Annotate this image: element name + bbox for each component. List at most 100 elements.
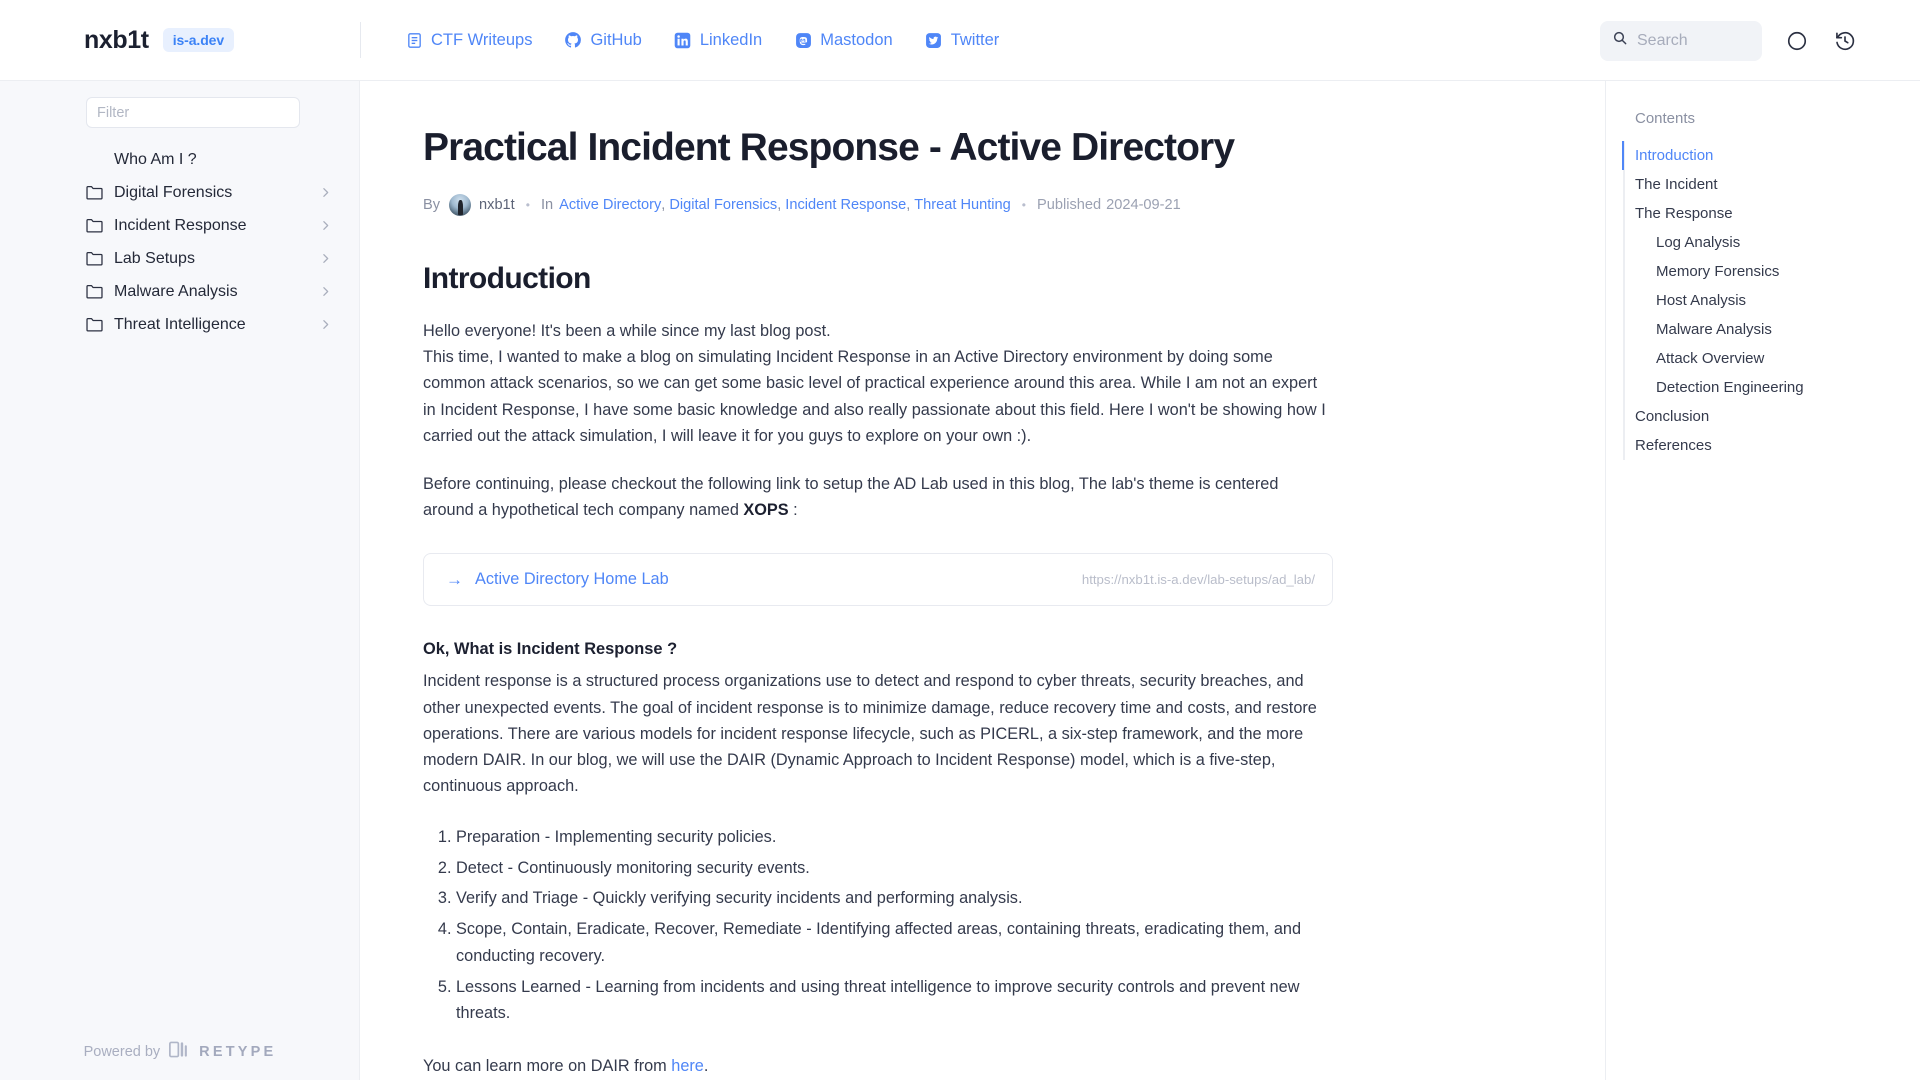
list-item: Verify and Triage - Quickly verifying se… [456, 885, 1333, 911]
byline-separator-dot-2: • [1021, 197, 1026, 212]
category-link-digital-forensics[interactable]: Digital Forensics [669, 197, 777, 213]
twitter-icon [925, 31, 943, 49]
toc-item-host-analysis[interactable]: Host Analysis [1623, 286, 1920, 315]
nav-link-label: Twitter [950, 30, 1000, 49]
history-clock-icon[interactable] [1832, 28, 1858, 54]
nav-link-mastodon[interactable]: Mastodon [794, 30, 893, 50]
mastodon-icon [794, 31, 812, 49]
chevron-right-icon[interactable] [319, 219, 333, 233]
sidebar-item-threat-intelligence[interactable]: Threat Intelligence [0, 308, 359, 341]
sidebar-item-who-am-i[interactable]: Who Am I ? [0, 143, 359, 176]
toc-item-malware-analysis[interactable]: Malware Analysis [1623, 315, 1920, 344]
toc-item-the-incident[interactable]: The Incident [1623, 170, 1920, 199]
search-input[interactable]: Search [1600, 20, 1762, 61]
paragraph-incident-response-definition: Incident response is a structured proces… [423, 672, 1317, 796]
sidebar-item-label: Lab Setups [114, 249, 195, 267]
nav-link-label: CTF Writeups [431, 30, 533, 49]
toc-list: Introduction The Incident The Response L… [1622, 141, 1920, 460]
header-right-tools: Search [1600, 0, 1858, 81]
sidebar-filter-wrap [0, 81, 359, 128]
powered-by-label: Powered by [83, 1043, 161, 1060]
toc-item-detection-engineering[interactable]: Detection Engineering [1623, 373, 1920, 402]
search-icon [1612, 30, 1628, 51]
byline-by-word: By [423, 196, 441, 213]
published-label: Published [1037, 196, 1102, 213]
paragraph-learn-more: You can learn more on DAIR from here. [423, 1053, 1333, 1079]
header-nav-links: CTF Writeups GitHub LinkedIn Mastodon Tw… [405, 31, 999, 50]
top-header: nxb1t is-a.dev CTF Writeups GitHub Linke… [0, 0, 1920, 81]
paragraph-lab-setup-post: : [788, 501, 798, 520]
byline-in-word: In [540, 196, 554, 213]
byline-author[interactable]: nxb1t [479, 197, 515, 213]
toc-item-references[interactable]: References [1623, 431, 1920, 460]
paragraph-lab-setup-pre: Before continuing, please checkout the f… [423, 474, 1279, 520]
chevron-right-icon[interactable] [319, 285, 333, 299]
sidebar-item-malware-analysis[interactable]: Malware Analysis [0, 275, 359, 308]
arrow-right-icon: → [446, 569, 463, 589]
brand-badge[interactable]: is-a.dev [162, 28, 235, 52]
sidebar-item-label: Malware Analysis [114, 282, 238, 300]
list-item: Lessons Learned - Learning from incident… [456, 974, 1333, 1027]
toc-item-memory-forensics[interactable]: Memory Forensics [1623, 257, 1920, 286]
nav-link-label: Mastodon [820, 30, 893, 49]
sidebar: Who Am I ? Digital Forensics Incident Re… [0, 81, 360, 1080]
toc-item-introduction[interactable]: Introduction [1622, 141, 1920, 170]
toc-item-attack-overview[interactable]: Attack Overview [1623, 344, 1920, 373]
toc-item-the-response[interactable]: The Response [1623, 199, 1920, 228]
sidebar-item-label: Incident Response [114, 216, 247, 234]
section-heading-introduction: Introduction [423, 261, 591, 295]
brand-zone: nxb1t is-a.dev [0, 0, 360, 81]
toc-item-conclusion[interactable]: Conclusion [1623, 402, 1920, 431]
page-title: Practical Incident Response - Active Dir… [423, 126, 1235, 169]
folder-icon [86, 250, 103, 267]
powered-by-retype[interactable]: Powered by RETYPE [0, 1041, 360, 1062]
article-content: Practical Incident Response - Active Dir… [360, 81, 1605, 1080]
folder-icon [86, 283, 103, 300]
folder-icon [86, 184, 103, 201]
list-item: Preparation - Implementing security poli… [456, 824, 1333, 850]
brand-name[interactable]: nxb1t [84, 26, 149, 55]
company-name-xops: XOPS [743, 501, 789, 520]
chevron-right-icon[interactable] [319, 252, 333, 266]
chevron-right-icon[interactable] [319, 186, 333, 200]
nav-link-github[interactable]: GitHub [564, 31, 642, 50]
filter-input[interactable] [86, 97, 300, 128]
sidebar-item-incident-response[interactable]: Incident Response [0, 209, 359, 242]
nav-link-ctf-writeups[interactable]: CTF Writeups [405, 31, 532, 50]
header-divider [360, 22, 361, 58]
nav-link-twitter[interactable]: Twitter [925, 30, 1000, 50]
list-item: Detect - Continuously monitoring securit… [456, 855, 1333, 881]
toc-heading: Contents [1635, 110, 1696, 127]
sidebar-item-digital-forensics[interactable]: Digital Forensics [0, 176, 359, 209]
category-link-incident-response[interactable]: Incident Response [785, 197, 906, 213]
link-card-active-directory-home-lab[interactable]: → Active Directory Home Lab https://nxb1… [423, 553, 1333, 607]
category-link-active-directory[interactable]: Active Directory [559, 197, 661, 213]
paragraph-lab-setup: Before continuing, please checkout the f… [423, 471, 1333, 523]
retype-logo-icon [169, 1041, 190, 1062]
nav-link-linkedin[interactable]: LinkedIn [674, 31, 762, 50]
paragraph-intro: This time, I wanted to make a blog on si… [423, 348, 1326, 445]
search-placeholder: Search [1637, 31, 1688, 49]
linkedin-icon [674, 31, 692, 49]
sidebar-item-label: Threat Intelligence [114, 315, 246, 333]
category-link-threat-hunting[interactable]: Threat Hunting [914, 197, 1011, 213]
paragraph-greeting: Hello everyone! It's been a while since … [423, 321, 831, 340]
dair-here-link[interactable]: here [671, 1057, 704, 1075]
sidebar-item-lab-setups[interactable]: Lab Setups [0, 242, 359, 275]
table-of-contents: Contents Introduction The Incident The R… [1605, 81, 1920, 1080]
toc-item-log-analysis[interactable]: Log Analysis [1623, 228, 1920, 257]
nav-link-label: LinkedIn [699, 30, 763, 49]
dark-mode-toggle-icon[interactable] [1784, 28, 1810, 54]
paragraph-learn-more-post: . [703, 1057, 709, 1076]
sidebar-nav-tree: Who Am I ? Digital Forensics Incident Re… [0, 143, 359, 341]
dair-steps-list: Preparation - Implementing security poli… [423, 824, 1333, 1027]
retype-wordmark: RETYPE [199, 1043, 277, 1060]
sidebar-item-label: Who Am I ? [114, 150, 197, 168]
folder-icon [86, 217, 103, 234]
chevron-right-icon[interactable] [319, 318, 333, 332]
github-icon [564, 31, 582, 49]
paragraph-learn-more-pre: You can learn more on DAIR from [423, 1057, 672, 1076]
byline: By nxb1t • In Active Directory, Digital … [423, 193, 1545, 216]
link-card-url: https://nxb1t.is-a.dev/lab-setups/ad_lab… [1081, 572, 1315, 588]
sidebar-item-label: Digital Forensics [114, 183, 233, 201]
